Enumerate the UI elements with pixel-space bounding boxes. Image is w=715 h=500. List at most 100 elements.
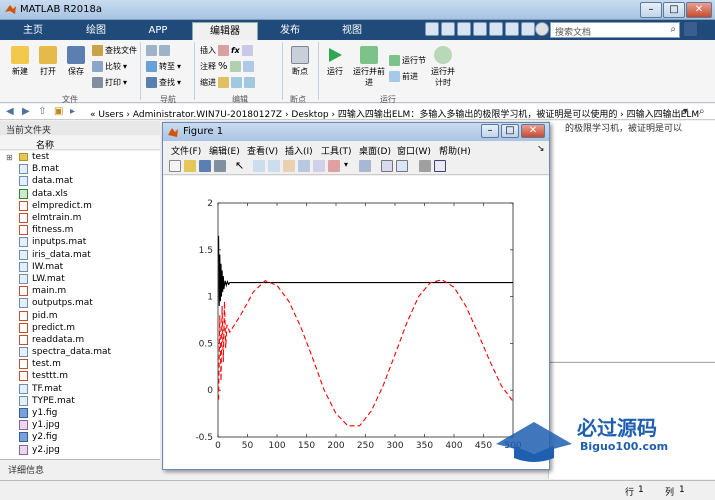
menu-help[interactable]: 帮助(H) xyxy=(439,144,471,157)
undo-icon[interactable] xyxy=(489,22,503,36)
hide-plot-tools-icon[interactable] xyxy=(419,160,431,172)
file-item[interactable]: TF.mat xyxy=(0,383,160,395)
minimize-button[interactable]: – xyxy=(640,2,662,18)
quick-paste-icon[interactable] xyxy=(473,22,487,36)
path-search-icon[interactable]: ⌕ xyxy=(699,106,705,117)
menu-tools[interactable]: 工具(T) xyxy=(321,144,352,157)
pointer-icon[interactable]: ↖ xyxy=(235,160,247,172)
indent-button[interactable]: 缩进 xyxy=(200,76,255,88)
run-and-advance-button[interactable]: 运行并前进 xyxy=(352,46,386,88)
file-item[interactable]: elmtrain.m xyxy=(0,212,160,224)
brush-dropdown-icon[interactable]: ▾ xyxy=(344,160,356,172)
figure-maximize-button[interactable]: □ xyxy=(501,124,519,138)
file-item[interactable]: readdata.m xyxy=(0,334,160,346)
save-figure-icon[interactable] xyxy=(199,160,211,172)
goto-button[interactable]: 转至 ▾ xyxy=(146,60,181,72)
file-item[interactable]: pid.m xyxy=(0,309,160,321)
file-item[interactable]: iris_data.mat xyxy=(0,249,160,261)
new-figure-icon[interactable] xyxy=(169,160,181,172)
file-item[interactable]: y2.fig xyxy=(0,431,160,443)
ribbon-collapse-icon[interactable] xyxy=(684,22,697,36)
file-item[interactable]: y1.jpg xyxy=(0,419,160,431)
link-plot-icon[interactable] xyxy=(359,160,371,172)
back-icon[interactable]: ◀ xyxy=(6,106,14,117)
tab-view[interactable]: 视图 xyxy=(322,22,382,40)
plot-area[interactable]: 050100150200250300350400450500-0.500.511… xyxy=(164,176,549,469)
file-item[interactable]: data.xls xyxy=(0,188,160,200)
switch-windows-icon[interactable] xyxy=(521,22,535,36)
zoom-out-icon[interactable] xyxy=(268,160,280,172)
run-and-time-button[interactable]: 运行并计时 xyxy=(428,46,458,88)
figure-window[interactable]: Figure 1 – □ ✕ 文件(F) 编辑(E) 查看(V) 插入(I) 工… xyxy=(162,122,550,470)
data-cursor-icon[interactable] xyxy=(313,160,325,172)
advance-button[interactable]: 前进 xyxy=(389,70,418,82)
figure-titlebar[interactable]: Figure 1 – □ ✕ xyxy=(163,123,549,141)
tab-editor[interactable]: 编辑器 xyxy=(192,22,258,40)
save-button[interactable]: 保存 xyxy=(62,46,90,77)
print-button[interactable]: 打印 ▾ xyxy=(92,76,127,88)
quick-copy-icon[interactable] xyxy=(457,22,471,36)
run-button[interactable]: 运行 xyxy=(322,46,348,77)
file-item[interactable]: spectra_data.mat xyxy=(0,346,160,358)
breakpoints-button[interactable]: 断点 xyxy=(286,46,314,77)
compare-button[interactable]: 比较 ▾ xyxy=(92,60,127,72)
maximize-button[interactable]: □ xyxy=(663,2,685,18)
open-file-icon[interactable] xyxy=(184,160,196,172)
brush-icon[interactable] xyxy=(328,160,340,172)
tab-plots[interactable]: 绘图 xyxy=(66,22,126,40)
current-path[interactable]: « Users › Administrator.WIN7U-20180127Z … xyxy=(90,107,699,120)
rotate-icon[interactable] xyxy=(298,160,310,172)
redo-icon[interactable] xyxy=(505,22,519,36)
file-item[interactable]: TYPE.mat xyxy=(0,395,160,407)
file-item[interactable]: test.m xyxy=(0,358,160,370)
tab-apps[interactable]: APP xyxy=(128,22,188,40)
quick-cut-icon[interactable] xyxy=(441,22,455,36)
find-button[interactable]: 查找 ▾ xyxy=(146,76,181,88)
show-plot-tools-icon[interactable] xyxy=(434,160,446,172)
up-folder-icon[interactable]: ⇧ xyxy=(38,106,46,117)
editor-pane[interactable] xyxy=(548,121,715,361)
file-item[interactable]: LW.mat xyxy=(0,273,160,285)
search-icon[interactable]: ⌕ xyxy=(670,24,676,35)
file-item[interactable]: outputps.mat xyxy=(0,297,160,309)
path-dropdown-icon[interactable]: ▸ xyxy=(70,106,75,117)
menu-file[interactable]: 文件(F) xyxy=(171,144,201,157)
file-item[interactable]: inputps.mat xyxy=(0,236,160,248)
browse-folder-icon[interactable]: ▣ xyxy=(54,106,63,117)
file-item[interactable]: y1.fig xyxy=(0,407,160,419)
insert-colorbar-icon[interactable] xyxy=(381,160,393,172)
back-forward-button[interactable] xyxy=(146,44,170,56)
comment-button[interactable]: 注释% xyxy=(200,60,254,72)
zoom-in-icon[interactable] xyxy=(253,160,265,172)
open-button[interactable]: 打开 xyxy=(34,46,62,77)
expand-icon[interactable]: ⊞ xyxy=(6,153,13,162)
insert-legend-icon[interactable] xyxy=(396,160,408,172)
file-item[interactable]: IW.mat xyxy=(0,261,160,273)
menu-view[interactable]: 查看(V) xyxy=(247,144,278,157)
insert-button[interactable]: 插入 fx xyxy=(200,44,253,56)
menu-edit[interactable]: 编辑(E) xyxy=(209,144,240,157)
file-item[interactable]: y2.jpg xyxy=(0,444,160,456)
figure-minimize-button[interactable]: – xyxy=(481,124,499,138)
help-icon[interactable] xyxy=(535,22,549,36)
file-item[interactable]: elmpredict.m xyxy=(0,200,160,212)
tab-home[interactable]: 主页 xyxy=(6,22,60,40)
run-section-button[interactable]: 运行节 xyxy=(389,54,426,66)
details-panel[interactable]: 详细信息 xyxy=(0,459,160,476)
file-item[interactable]: B.mat xyxy=(0,163,160,175)
find-files-button[interactable]: 查找文件 xyxy=(92,44,137,56)
menu-insert[interactable]: 插入(I) xyxy=(285,144,313,157)
pan-icon[interactable] xyxy=(283,160,295,172)
quick-save-icon[interactable] xyxy=(425,22,439,36)
menu-desktop[interactable]: 桌面(D) xyxy=(359,144,391,157)
new-button[interactable]: 新建 xyxy=(6,46,34,77)
menu-window[interactable]: 窗口(W) xyxy=(397,144,431,157)
search-documentation-input[interactable]: 搜索文档 ⌕ xyxy=(550,22,680,38)
file-item[interactable]: fitness.m xyxy=(0,224,160,236)
address-bar[interactable]: ◀ ▶ ⇧ ▣ ▸ « Users › Administrator.WIN7U-… xyxy=(0,104,715,120)
file-item[interactable]: testtt.m xyxy=(0,370,160,382)
path-menu-icon[interactable]: ▾ xyxy=(683,106,688,117)
file-item[interactable]: ⊞ test xyxy=(0,151,160,163)
column-header[interactable]: 名称 xyxy=(0,136,160,151)
file-item[interactable]: predict.m xyxy=(0,322,160,334)
